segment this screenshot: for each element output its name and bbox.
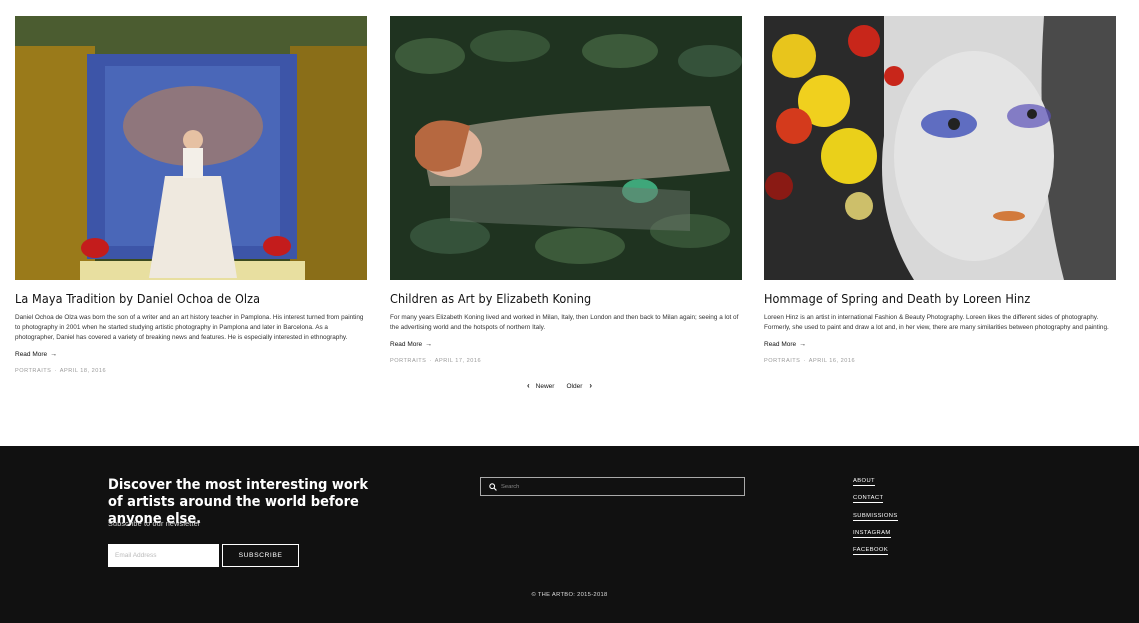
post-date: APRIL 18, 2016 [59,368,107,374]
post-thumbnail-hommage-of-spring[interactable] [764,16,1116,280]
post-date: APRIL 16, 2016 [808,358,856,364]
copyright: © THE ARTBO: 2015-2018 [531,592,608,598]
post-image [390,16,742,280]
meta-separator: · [803,358,806,364]
arrow-right-icon: → [50,351,58,358]
email-field[interactable] [108,544,219,567]
footer-search[interactable] [480,477,745,496]
older-link[interactable]: Older [566,383,582,390]
footer-link-submissions[interactable]: SUBMISSIONS [853,512,898,521]
footer-link-facebook[interactable]: FACEBOOK [853,547,889,556]
post-category[interactable]: PORTRAITS [15,368,51,374]
post-excerpt: Daniel Ochoa de Olza was born the son of… [15,314,364,341]
footer-nav-item: SUBMISSIONS [853,512,898,521]
footer-link-contact[interactable]: CONTACT [853,495,884,504]
post-excerpt: For many years Elizabeth Koning lived an… [390,314,739,331]
chevron-right-icon[interactable]: › [589,381,592,390]
post-category[interactable]: PORTRAITS [390,358,426,364]
read-more-label: Read More [764,341,797,348]
post-title[interactable]: Hommage of Spring and Death by Loreen Hi… [764,291,1116,307]
post-card: Hommage of Spring and Death by Loreen Hi… [764,16,1116,364]
post-card: Children as Art by Elizabeth Koning For … [390,16,742,364]
pagination: ‹ Newer Older › [527,381,592,390]
meta-separator: · [54,368,57,374]
read-more-link[interactable]: Read More → [15,351,57,358]
post-date: APRIL 17, 2016 [434,358,482,364]
post-title[interactable]: La Maya Tradition by Daniel Ochoa de Olz… [15,291,367,307]
site-footer: Discover the most interesting work of ar… [0,446,1139,623]
footer-nav-item: FACEBOOK [853,547,898,556]
post-thumbnail-la-maya[interactable] [15,16,367,280]
read-more-link[interactable]: Read More → [764,341,806,348]
newsletter-note: Subscribe to our newsletter [108,519,201,528]
post-meta: PORTRAITS · APRIL 18, 2016 [15,368,367,374]
arrow-right-icon: → [425,341,433,348]
post-category[interactable]: PORTRAITS [764,358,800,364]
footer-nav-item: ABOUT [853,478,898,486]
post-meta: PORTRAITS · APRIL 16, 2016 [764,358,1116,364]
post-image [764,16,1116,280]
post-image [15,16,367,280]
meta-separator: · [429,358,432,364]
read-more-link[interactable]: Read More → [390,341,432,348]
footer-nav: ABOUT CONTACT SUBMISSIONS INSTAGRAM FACE… [853,478,898,564]
post-thumbnail-children-as-art[interactable] [390,16,742,280]
arrow-right-icon: → [799,341,807,348]
post-meta: PORTRAITS · APRIL 17, 2016 [390,358,742,364]
post-title[interactable]: Children as Art by Elizabeth Koning [390,291,742,307]
footer-link-instagram[interactable]: INSTAGRAM [853,529,891,538]
footer-nav-item: INSTAGRAM [853,529,898,538]
read-more-label: Read More [390,341,423,348]
footer-link-about[interactable]: ABOUT [853,478,875,486]
footer-nav-item: CONTACT [853,495,898,504]
post-excerpt: Loreen Hinz is an artist in internationa… [764,314,1109,331]
chevron-left-icon[interactable]: ‹ [527,381,530,390]
newer-link[interactable]: Newer [536,383,555,390]
search-icon [489,482,497,491]
search-input[interactable] [501,483,741,490]
post-grid: La Maya Tradition by Daniel Ochoa de Olz… [15,16,1116,396]
subscribe-button[interactable]: SUBSCRIBE [222,544,299,567]
post-card: La Maya Tradition by Daniel Ochoa de Olz… [15,16,367,374]
read-more-label: Read More [15,351,48,358]
